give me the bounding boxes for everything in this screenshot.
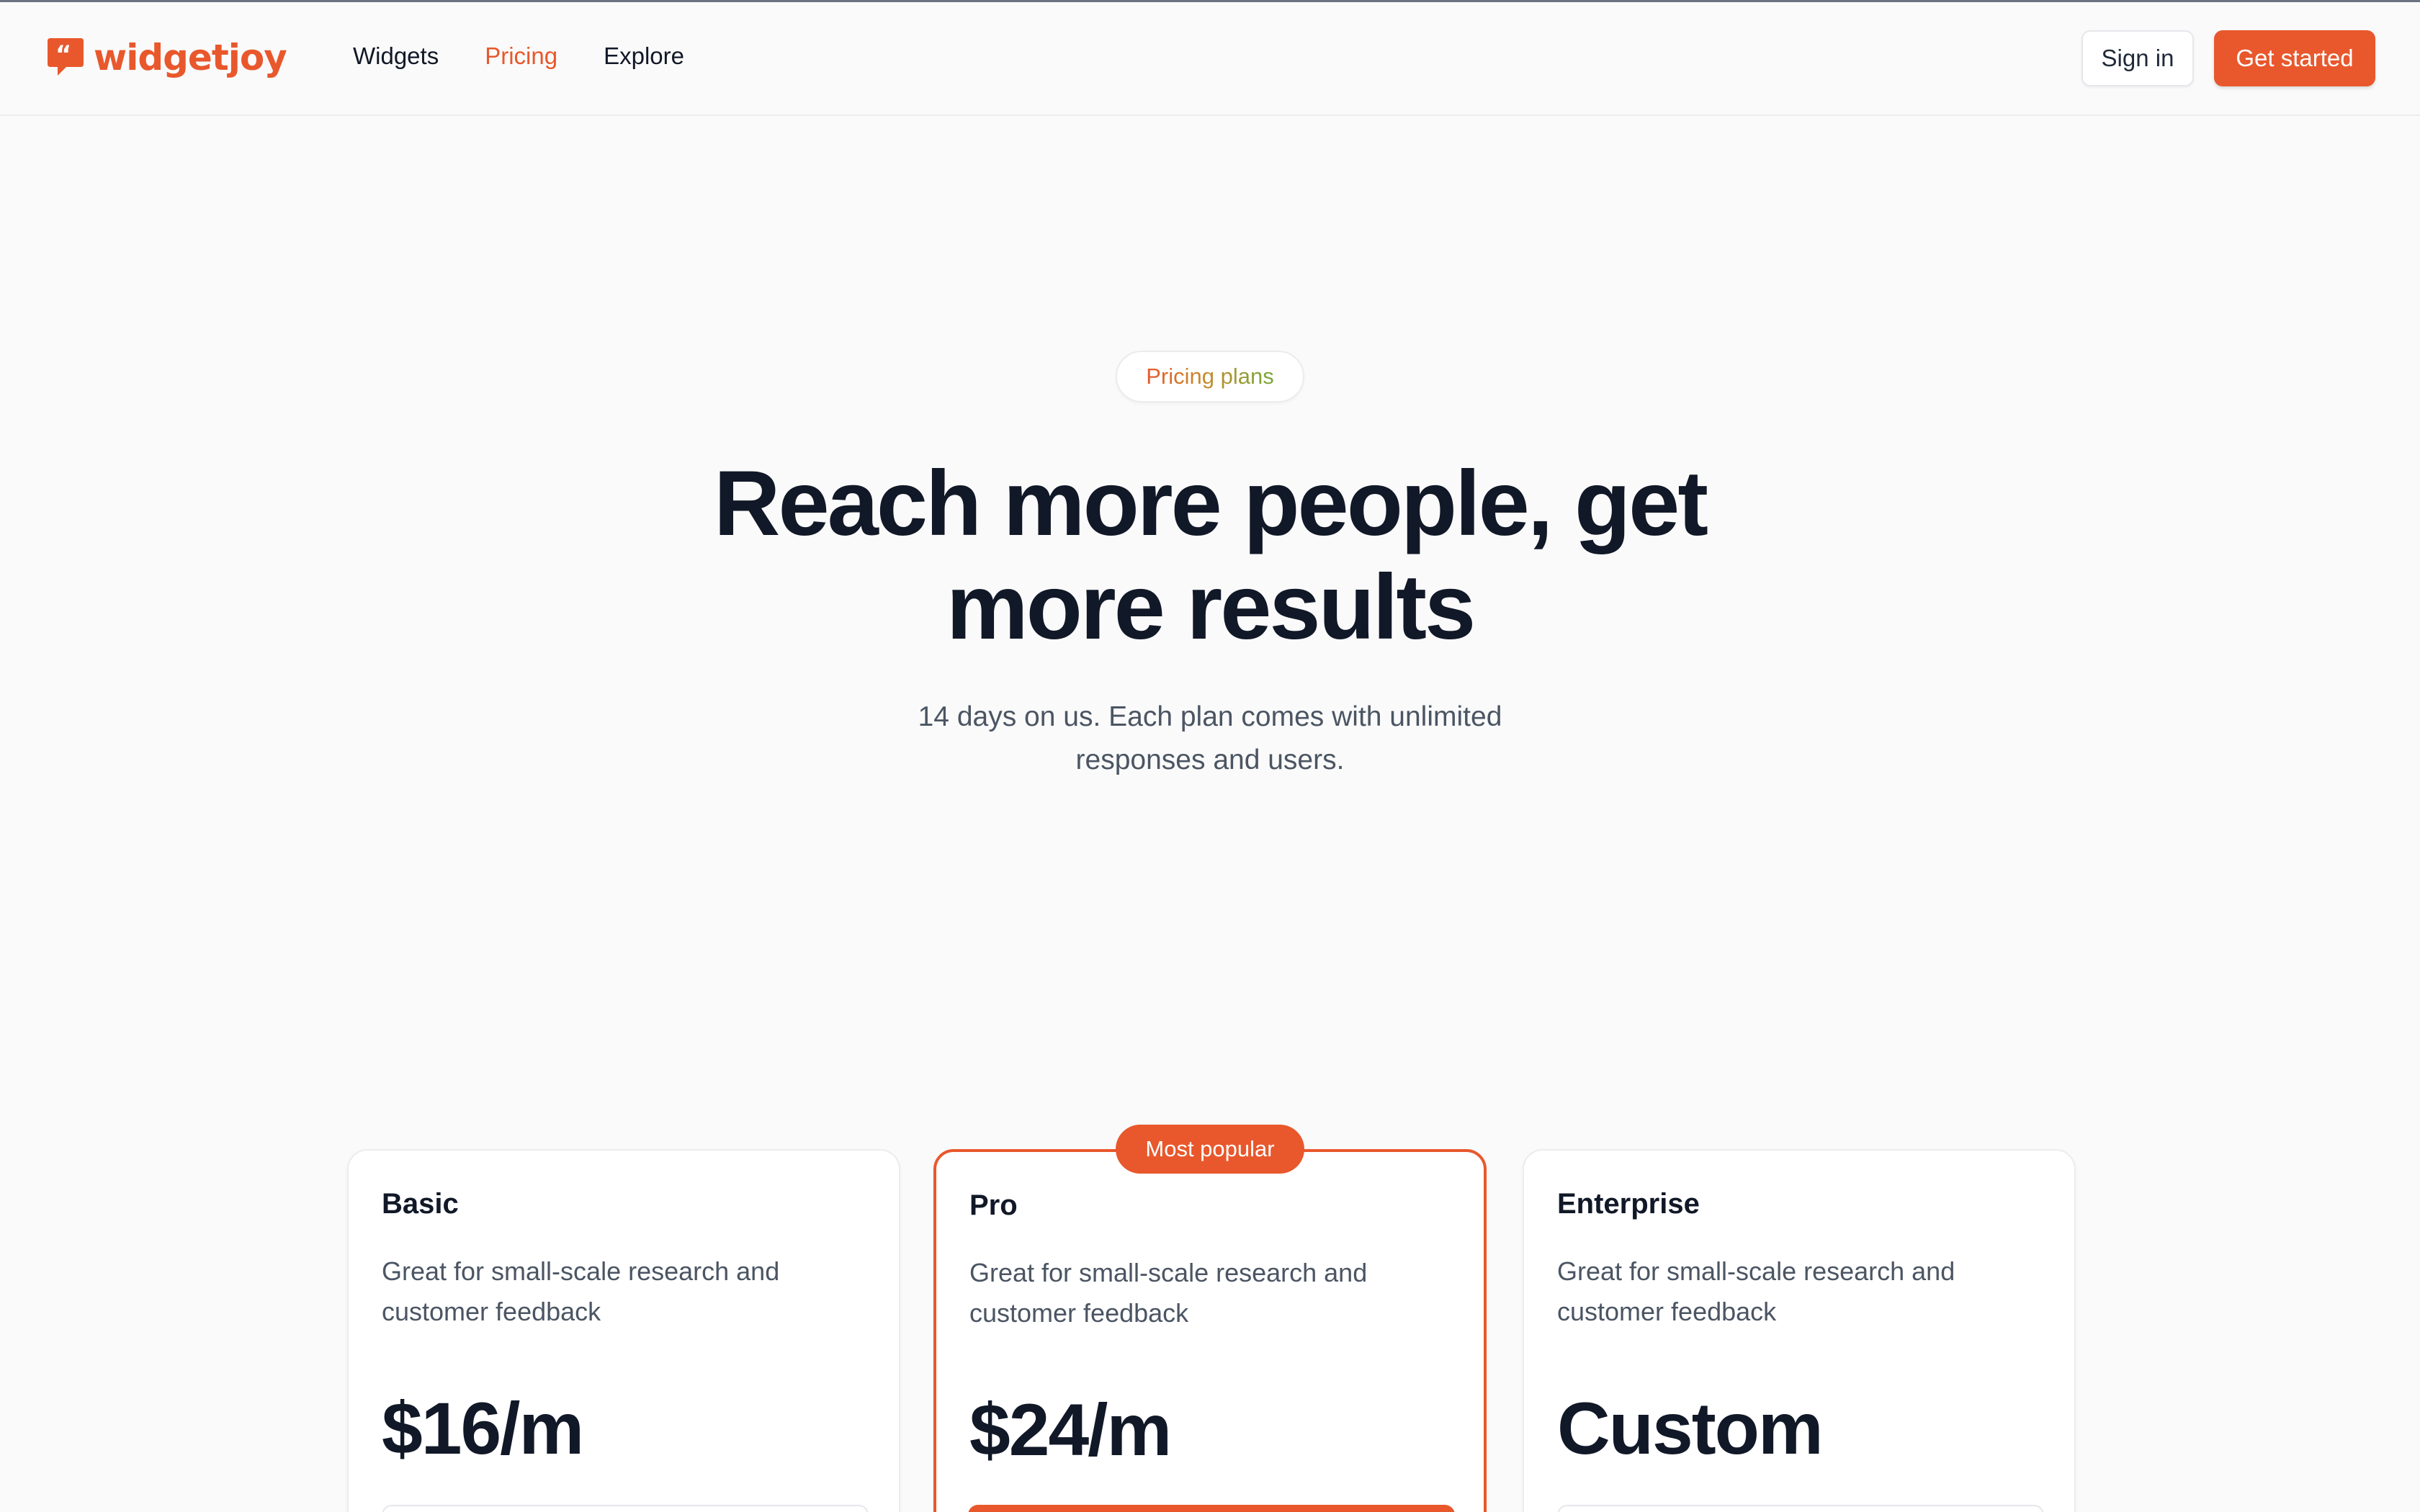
main-nav: Widgets Pricing Explore	[353, 42, 684, 70]
plan-name: Enterprise	[1557, 1188, 1700, 1220]
nav-widgets[interactable]: Widgets	[353, 42, 439, 70]
plan-cta-button[interactable]	[968, 1505, 1455, 1512]
logo[interactable]: “ widgetjoy	[45, 37, 287, 78]
plan-card-enterprise: Enterprise Great for small-scale researc…	[1523, 1149, 2076, 1512]
pricing-plans-badge: Pricing plans	[1116, 351, 1304, 402]
hero-title: Reach more people, get more results	[714, 452, 1708, 659]
quote-bubble-icon: “	[48, 38, 84, 76]
site-header: “ widgetjoy Widgets Pricing Explore Sign…	[0, 2, 2420, 116]
plan-cta-button[interactable]	[382, 1505, 869, 1512]
plan-price: $16/m	[382, 1387, 584, 1470]
nav-pricing[interactable]: Pricing	[485, 42, 557, 70]
plan-card-pro: Pro Great for small-scale research and c…	[933, 1149, 1487, 1512]
plan-price: Custom	[1557, 1387, 1824, 1470]
plan-price: $24/m	[969, 1389, 1172, 1471]
sign-in-button[interactable]: Sign in	[2081, 30, 2194, 86]
hero-subtitle: 14 days on us. Each plan comes with unli…	[918, 701, 1502, 775]
plan-name: Basic	[382, 1188, 459, 1220]
get-started-button[interactable]: Get started	[2214, 30, 2375, 86]
plan-description: Great for small-scale research and custo…	[1557, 1256, 1955, 1326]
most-popular-badge: Most popular	[1116, 1125, 1304, 1174]
plan-description: Great for small-scale research and custo…	[382, 1256, 780, 1326]
logo-text: widgetjoy	[94, 37, 287, 78]
plan-name: Pro	[969, 1189, 1018, 1221]
plan-card-basic: Basic Great for small-scale research and…	[347, 1149, 900, 1512]
svg-text:“: “	[55, 40, 71, 69]
plan-description: Great for small-scale research and custo…	[969, 1258, 1368, 1328]
nav-explore[interactable]: Explore	[604, 42, 684, 70]
badge-label: Pricing plans	[1146, 364, 1274, 389]
plan-cta-button[interactable]	[1557, 1505, 2044, 1512]
